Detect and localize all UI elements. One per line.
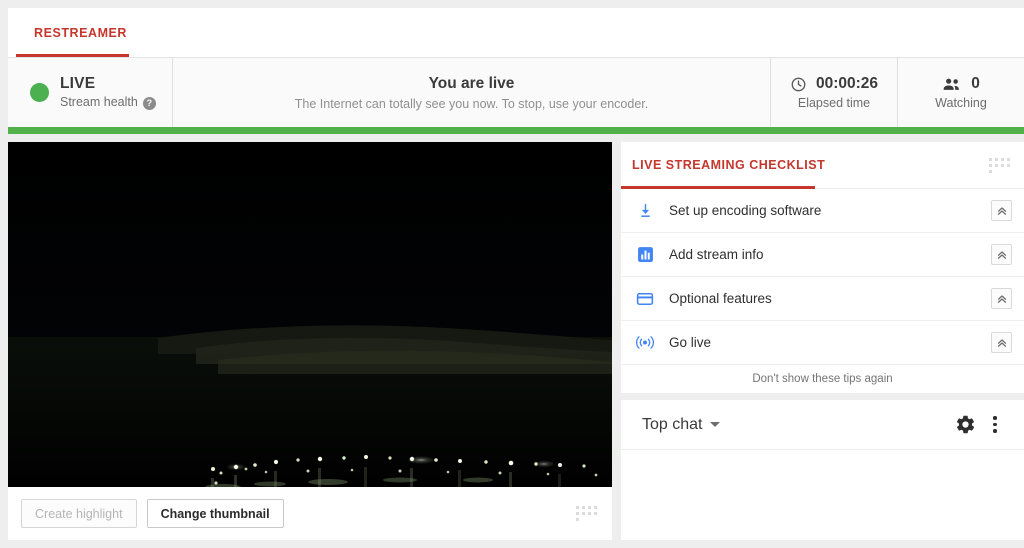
clock-icon <box>790 76 807 93</box>
stream-health-block: LIVE Stream health ? <box>8 58 173 127</box>
broadcast-icon <box>634 332 656 354</box>
video-frame <box>8 142 612 487</box>
checklist-item-optional-features[interactable]: Optional features <box>621 277 1024 321</box>
live-message-block: You are live The Internet can totally se… <box>173 58 770 127</box>
green-dot-icon <box>30 83 49 102</box>
people-icon <box>942 76 962 93</box>
chat-mode-selector[interactable]: Top chat <box>642 416 950 434</box>
checklist-item-label: Go live <box>669 335 991 350</box>
gear-icon[interactable] <box>950 414 980 435</box>
tab-restreamer[interactable]: RESTREAMER <box>24 8 137 58</box>
checklist-item-label: Optional features <box>669 291 991 306</box>
double-chevron-up-icon[interactable] <box>991 332 1012 353</box>
credit-card-icon <box>634 288 656 310</box>
checklist-header: LIVE STREAMING CHECKLIST <box>621 142 1024 189</box>
live-message-subtitle: The Internet can totally see you now. To… <box>295 97 648 111</box>
stream-health-label: Stream health <box>60 95 138 111</box>
live-message-title: You are live <box>429 75 515 93</box>
tab-restreamer-label: RESTREAMER <box>34 26 127 40</box>
video-preview-card: Create highlight Change thumbnail <box>8 142 612 540</box>
watching-row: 0 <box>942 75 980 93</box>
checklist-item-label: Set up encoding software <box>669 203 991 218</box>
checklist-item-encoding-software[interactable]: Set up encoding software <box>621 189 1024 233</box>
grid-dots-icon[interactable] <box>574 505 598 523</box>
elapsed-time-metric: 00:00:26 Elapsed time <box>770 58 897 127</box>
dont-show-tips-link: Don't show these tips again <box>752 373 892 385</box>
elapsed-time-row: 00:00:26 <box>790 75 878 93</box>
stream-health-row: Stream health ? <box>60 95 156 111</box>
checklist-item-stream-info[interactable]: Add stream info <box>621 233 1024 277</box>
create-highlight-button[interactable]: Create highlight <box>21 499 137 528</box>
help-circle-icon[interactable]: ? <box>143 97 156 110</box>
top-tab-bar: RESTREAMER <box>8 8 1024 58</box>
bar-chart-icon <box>634 244 656 266</box>
video-action-bar: Create highlight Change thumbnail <box>8 487 612 540</box>
stream-health-bar <box>8 127 1024 134</box>
tab-active-underline <box>16 54 129 57</box>
video-player[interactable] <box>8 142 612 487</box>
stream-health-text: LIVE Stream health ? <box>60 74 156 111</box>
checklist-underline <box>621 186 815 189</box>
double-chevron-up-icon[interactable] <box>991 288 1012 309</box>
watching-metric: 0 Watching <box>897 58 1024 127</box>
download-icon <box>634 200 656 222</box>
checklist-item-label: Add stream info <box>669 247 991 262</box>
live-control-room: RESTREAMER LIVE Stream health ? You are … <box>0 0 1024 548</box>
checklist-title: LIVE STREAMING CHECKLIST <box>632 158 825 172</box>
grid-dots-icon[interactable] <box>987 156 1011 174</box>
elapsed-time-value: 00:00:26 <box>816 75 878 93</box>
chat-mode-label: Top chat <box>642 416 702 434</box>
chat-panel: Top chat <box>621 400 1024 540</box>
chevron-down-icon <box>710 422 720 427</box>
double-chevron-up-icon[interactable] <box>991 200 1012 221</box>
change-thumbnail-button[interactable]: Change thumbnail <box>147 499 284 528</box>
double-chevron-up-icon[interactable] <box>991 244 1012 265</box>
watching-value: 0 <box>971 75 980 93</box>
kebab-menu-icon[interactable] <box>980 416 1010 433</box>
stream-state-label: LIVE <box>60 74 156 93</box>
watching-label: Watching <box>935 96 987 110</box>
checklist-item-go-live[interactable]: Go live <box>621 321 1024 365</box>
elapsed-time-label: Elapsed time <box>798 96 870 110</box>
checklist-footer[interactable]: Don't show these tips again <box>621 365 1024 392</box>
live-streaming-checklist-panel: LIVE STREAMING CHECKLIST Set up encoding… <box>621 142 1024 393</box>
stream-status-bar: LIVE Stream health ? You are live The In… <box>8 58 1024 127</box>
chat-header: Top chat <box>621 400 1024 450</box>
